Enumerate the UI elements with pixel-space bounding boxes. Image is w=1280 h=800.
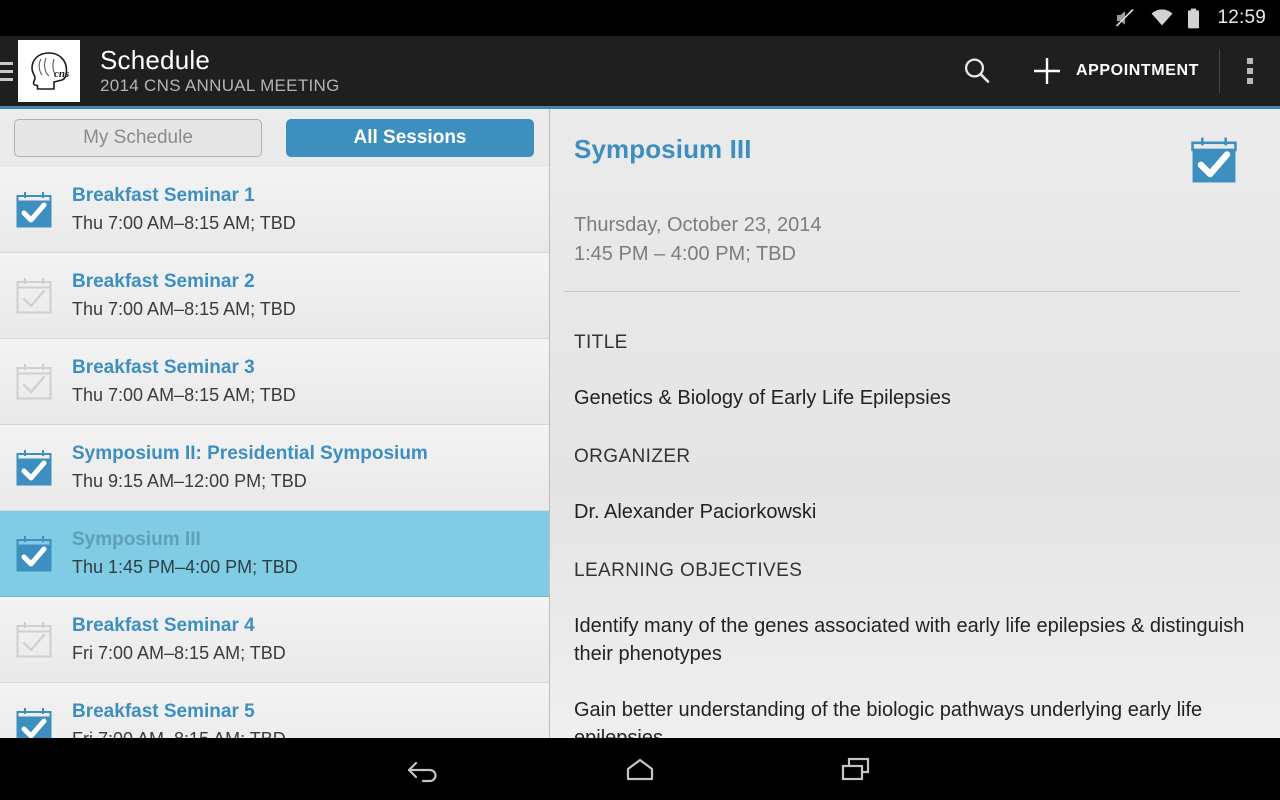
overflow-menu-icon [1247,58,1253,64]
calendar-checked-icon[interactable] [1188,135,1240,187]
detail-body: TITLE Genetics & Biology of Early Life E… [562,292,1246,738]
appointment-label: APPOINTMENT [1075,62,1199,79]
session-time: Thu 7:00 AM–8:15 AM; TBD [72,299,296,319]
session-list-item[interactable]: Breakfast Seminar 1 Thu 7:00 AM–8:15 AM; … [0,167,549,253]
session-title: Breakfast Seminar 1 [72,185,255,206]
session-list-item[interactable]: Symposium II: Presidential Symposium Thu … [0,425,549,511]
session-text: Breakfast Seminar 2 Thu 7:00 AM–8:15 AM; … [72,270,296,321]
detail-objective: Gain better understanding of the biologi… [574,699,1203,738]
wifi-icon [1152,9,1173,26]
plus-icon [1033,58,1060,84]
calendar-unchecked-icon[interactable] [14,620,54,660]
session-title: Breakfast Seminar 3 [72,357,255,378]
detail-organizer-label: ORGANIZER [574,446,691,467]
tab-bar: My Schedule All Sessions [0,109,549,167]
back-button[interactable] [316,738,532,800]
detail-date: Thursday, October 23, 2014 [574,214,822,236]
session-detail-pane: Symposium III Thursday, October 23, 2014… [550,109,1280,738]
session-text: Symposium III Thu 1:45 PM–4:00 PM; TBD [72,528,298,579]
session-title: Breakfast Seminar 2 [72,271,255,292]
app-title-block: Schedule 2014 CNS ANNUAL MEETING [100,45,340,97]
overflow-dot [1247,68,1253,74]
calendar-unchecked-icon[interactable] [14,276,54,316]
mute-icon [1116,8,1135,27]
add-appointment-button[interactable]: APPOINTMENT [1016,36,1219,106]
detail-header: Symposium III [562,133,1246,187]
session-list[interactable]: Breakfast Seminar 1 Thu 7:00 AM–8:15 AM; … [0,167,549,738]
calendar-unchecked-icon[interactable] [14,362,54,402]
android-navigation-bar [0,738,1280,800]
detail-time: 1:45 PM – 4:00 PM; TBD [574,243,796,265]
detail-title: Symposium III [574,134,752,164]
session-time: Thu 9:15 AM–12:00 PM; TBD [72,471,307,491]
main-content: My Schedule All Sessions Breakfast Semin… [0,109,1280,738]
status-bar: 12:59 [0,0,1280,36]
svg-text:cns: cns [54,68,69,80]
page-title: Schedule [100,45,211,75]
overflow-dot [1247,78,1253,84]
session-title: Symposium III [72,529,201,550]
tab-all-sessions-label: All Sessions [353,127,467,148]
calendar-checked-icon[interactable] [14,448,54,488]
detail-objectives-label: LEARNING OBJECTIVES [574,560,803,581]
calendar-checked-icon[interactable] [14,534,54,574]
home-icon [626,758,654,781]
session-time: Thu 7:00 AM–8:15 AM; TBD [72,213,296,233]
session-list-item[interactable]: Symposium III Thu 1:45 PM–4:00 PM; TBD [0,511,549,597]
session-list-item[interactable]: Breakfast Seminar 3 Thu 7:00 AM–8:15 AM; … [0,339,549,425]
session-text: Symposium II: Presidential Symposium Thu … [72,442,428,493]
detail-organizer-value: Dr. Alexander Paciorkowski [574,501,817,523]
detail-objective: Identify many of the genes associated wi… [574,615,1245,665]
status-icon-group: 12:59 [1115,7,1266,29]
session-title: Breakfast Seminar 5 [72,701,255,722]
session-list-item[interactable]: Breakfast Seminar 4 Fri 7:00 AM–8:15 AM; … [0,597,549,683]
session-time: Fri 7:00 AM–8:15 AM; TBD [72,728,286,738]
cns-head-logo[interactable]: cns [18,40,80,102]
calendar-checked-icon[interactable] [14,706,54,739]
session-text: Breakfast Seminar 5 Fri 7:00 AM–8:15 AM; … [72,700,286,738]
home-button[interactable] [532,738,748,800]
session-list-pane: My Schedule All Sessions Breakfast Semin… [0,109,550,738]
session-text: Breakfast Seminar 1 Thu 7:00 AM–8:15 AM; … [72,184,296,235]
detail-title-value: Genetics & Biology of Early Life Epileps… [574,387,951,409]
recent-apps-icon [841,757,870,781]
hamburger-menu-icon[interactable] [0,36,14,106]
session-text: Breakfast Seminar 4 Fri 7:00 AM–8:15 AM; … [72,614,286,665]
tab-my-schedule[interactable]: My Schedule [14,119,262,157]
android-tablet-screen: 12:59 cns Schedule 2014 CNS ANNUAL MEETI… [0,0,1280,800]
tab-my-schedule-label: My Schedule [83,127,193,148]
status-clock: 12:59 [1217,7,1266,28]
search-icon [964,58,990,83]
session-list-item[interactable]: Breakfast Seminar 2 Thu 7:00 AM–8:15 AM; … [0,253,549,339]
battery-icon [1188,8,1200,28]
session-list-item[interactable]: Breakfast Seminar 5 Fri 7:00 AM–8:15 AM; … [0,683,549,738]
detail-title-label: TITLE [574,332,628,353]
action-bar: cns Schedule 2014 CNS ANNUAL MEETING APP… [0,36,1280,109]
session-title: Symposium II: Presidential Symposium [72,443,428,464]
search-button[interactable] [938,36,1016,106]
session-time: Thu 7:00 AM–8:15 AM; TBD [72,385,296,405]
recent-apps-button[interactable] [748,738,964,800]
overflow-menu-button[interactable] [1220,36,1280,106]
back-arrow-icon [407,761,437,783]
session-time: Thu 1:45 PM–4:00 PM; TBD [72,557,298,577]
session-time: Fri 7:00 AM–8:15 AM; TBD [72,643,286,663]
session-text: Breakfast Seminar 3 Thu 7:00 AM–8:15 AM; … [72,356,296,407]
session-title: Breakfast Seminar 4 [72,615,255,636]
calendar-checked-icon[interactable] [14,190,54,230]
page-subtitle: 2014 CNS ANNUAL MEETING [100,76,340,95]
tab-all-sessions[interactable]: All Sessions [286,119,534,157]
